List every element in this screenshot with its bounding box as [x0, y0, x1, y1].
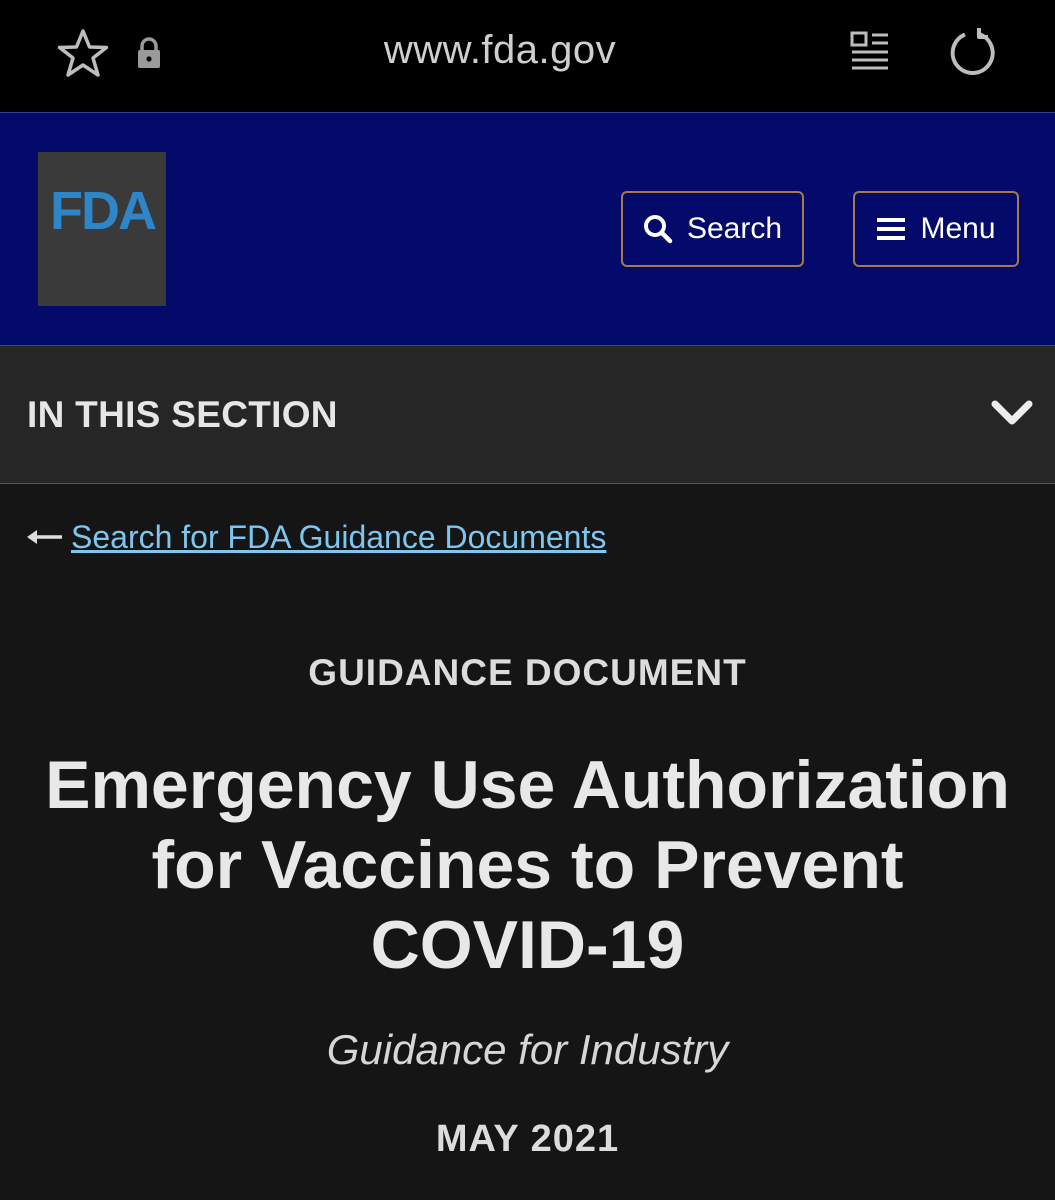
site-header: FDA Search Menu — [0, 112, 1055, 345]
arrow-left-icon — [27, 530, 62, 544]
fda-logo[interactable]: FDA — [38, 152, 166, 306]
page-title: Emergency Use Authorization for Vaccines… — [45, 747, 1010, 983]
fda-logo-text: FDA — [50, 181, 157, 241]
hamburger-menu-icon — [877, 218, 906, 240]
chevron-down-icon — [991, 400, 1033, 425]
document-subtitle: Guidance for Industry — [326, 1026, 729, 1073]
back-to-guidance-search-link[interactable]: Search for FDA Guidance Documents — [71, 519, 606, 556]
section-title: IN THIS SECTION — [27, 394, 338, 435]
reload-icon[interactable] — [946, 26, 1000, 80]
search-icon — [643, 215, 673, 244]
menu-button-label: Menu — [920, 212, 996, 245]
search-button[interactable]: Search — [621, 191, 804, 267]
back-link-row: Search for FDA Guidance Documents — [27, 517, 606, 557]
document-type-label: GUIDANCE DOCUMENT — [308, 652, 747, 693]
menu-button[interactable]: Menu — [853, 191, 1019, 267]
browser-url-bar: www.fda.gov — [0, 0, 1055, 112]
reader-mode-icon[interactable] — [848, 30, 892, 74]
document-date: MAY 2021 — [435, 1118, 620, 1160]
in-this-section-toggle[interactable]: IN THIS SECTION — [0, 345, 1055, 484]
search-button-label: Search — [686, 212, 783, 245]
